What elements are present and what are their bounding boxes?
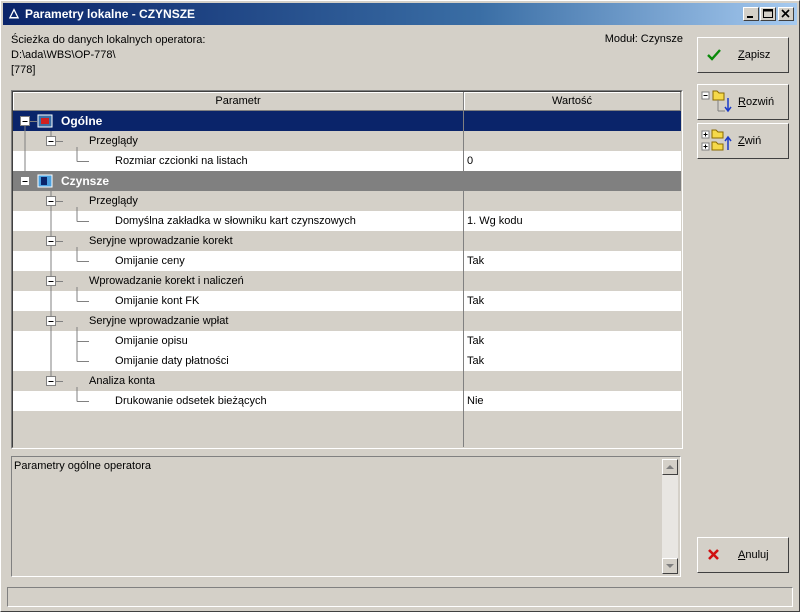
status-bar xyxy=(7,587,793,607)
tree-category-row[interactable]: Ogólne xyxy=(13,111,681,131)
column-header-wartosc[interactable]: Wartość xyxy=(464,92,681,111)
parameter-label: Omijanie daty płatności xyxy=(115,355,229,367)
parameter-value[interactable]: Tak xyxy=(467,331,679,351)
collapse-tree-icon xyxy=(701,129,732,151)
parameter-value[interactable]: Tak xyxy=(467,291,679,311)
module-label: Moduł: Czynsze xyxy=(604,33,683,45)
parameter-value xyxy=(467,271,679,291)
checkmark-icon xyxy=(707,49,721,61)
description-scrollbar[interactable] xyxy=(662,459,678,574)
tree-group-row[interactable]: Analiza konta xyxy=(13,371,681,391)
scroll-down-button[interactable] xyxy=(662,558,678,574)
operator-id: [778] xyxy=(11,64,36,76)
close-button[interactable] xyxy=(778,7,794,21)
parameter-value[interactable]: 1. Wg kodu xyxy=(467,211,679,231)
parameter-row[interactable]: Omijanie opisu Tak xyxy=(13,331,681,351)
collapse-toggle-icon[interactable] xyxy=(20,116,30,126)
collapse-toggle-icon[interactable] xyxy=(46,316,56,326)
scroll-up-button[interactable] xyxy=(662,459,678,475)
parameter-label: Omijanie opisu xyxy=(115,335,188,347)
tree-group-row[interactable]: Seryjne wprowadzanie korekt xyxy=(13,231,681,251)
expand-button-label: Rozwiń xyxy=(738,96,775,108)
cancel-button-label: Anuluj xyxy=(738,549,769,561)
arrow-up-icon xyxy=(666,465,674,469)
parameter-value xyxy=(467,111,679,131)
cancel-button[interactable]: Anuluj xyxy=(697,537,789,573)
window-title: Parametry lokalne - CZYNSZE xyxy=(25,7,196,21)
parameter-value xyxy=(467,311,679,331)
group-label: Wprowadzanie korekt i naliczeń xyxy=(89,275,244,287)
save-button-label: Zapisz xyxy=(738,49,771,61)
path-label: Ścieżka do danych lokalnych operatora: xyxy=(11,34,206,46)
parameter-label: Domyślna zakładka w słowniku kart czynsz… xyxy=(115,215,356,227)
tree-group-row[interactable]: Przeglądy xyxy=(13,131,681,151)
parameter-value[interactable]: 0 xyxy=(467,151,679,171)
title-bar[interactable]: Parametry lokalne - CZYNSZE xyxy=(3,3,797,25)
group-label: Przeglądy xyxy=(89,195,138,207)
expand-tree-icon xyxy=(701,90,732,113)
collapse-toggle-icon[interactable] xyxy=(46,236,56,246)
tree-group-row[interactable]: Seryjne wprowadzanie wpłat xyxy=(13,311,681,331)
parameter-row[interactable]: Rozmiar czcionki na listach 0 xyxy=(13,151,681,171)
parameter-value xyxy=(467,191,679,211)
parameter-value[interactable]: Tak xyxy=(467,351,679,371)
maximize-icon xyxy=(763,9,773,18)
parameter-row[interactable]: Omijanie ceny Tak xyxy=(13,251,681,271)
minimize-icon xyxy=(747,16,753,18)
arrow-down-icon xyxy=(666,564,674,568)
tree-lines xyxy=(20,116,89,402)
tree-group-row[interactable]: Wprowadzanie korekt i naliczeń xyxy=(13,271,681,291)
parameter-label: Rozmiar czcionki na listach xyxy=(115,155,248,167)
column-separator xyxy=(463,111,464,447)
parameter-row[interactable]: Omijanie kont FK Tak xyxy=(13,291,681,311)
group-label: Analiza konta xyxy=(89,375,156,387)
parameter-row[interactable]: Domyślna zakładka w słowniku kart czynsz… xyxy=(13,211,681,231)
collapse-toggle-icon[interactable] xyxy=(20,176,30,186)
tree-group-row[interactable]: Przeglądy xyxy=(13,191,681,211)
tree-category-row[interactable]: Czynsze xyxy=(13,171,681,191)
cancel-icon xyxy=(708,549,719,560)
parameter-label: Drukowanie odsetek bieżących xyxy=(115,395,267,407)
save-button[interactable]: Zapisz xyxy=(697,37,789,73)
collapse-toggle-icon[interactable] xyxy=(46,196,56,206)
group-label: Seryjne wprowadzanie korekt xyxy=(89,235,233,247)
parameter-label: Omijanie ceny xyxy=(115,255,185,267)
parameter-value xyxy=(467,131,679,151)
category-label: Czynsze xyxy=(37,171,463,191)
minimize-button[interactable] xyxy=(743,7,759,21)
collapse-toggle-icon[interactable] xyxy=(46,376,56,386)
description-text: Parametry ogólne operatora xyxy=(14,460,151,472)
parameter-grid[interactable]: Parametr Wartość Ogólne Przeglądy Rozmiar … xyxy=(11,90,683,449)
collapse-button-label: Zwiń xyxy=(738,135,762,147)
parameter-value xyxy=(467,231,679,251)
collapse-toggle-icon[interactable] xyxy=(46,136,56,146)
group-label: Seryjne wprowadzanie wpłat xyxy=(89,315,229,327)
parameter-label: Omijanie kont FK xyxy=(115,295,200,307)
close-icon xyxy=(781,9,790,18)
maximize-button[interactable] xyxy=(760,7,776,21)
parameter-value[interactable]: Tak xyxy=(467,251,679,271)
app-icon xyxy=(7,6,21,20)
group-label: Przeglądy xyxy=(89,135,138,147)
parameter-value xyxy=(467,171,679,191)
parameter-row[interactable]: Omijanie daty płatności Tak xyxy=(13,351,681,371)
expand-button[interactable]: Rozwiń xyxy=(697,84,789,120)
collapse-button[interactable]: Zwiń xyxy=(697,123,789,159)
collapse-toggle-icon[interactable] xyxy=(46,276,56,286)
parameter-value xyxy=(467,371,679,391)
main-window: Parametry lokalne - CZYNSZE Ścieżka do d… xyxy=(0,0,800,612)
parameter-value[interactable]: Nie xyxy=(467,391,679,411)
category-label: Ogólne xyxy=(37,111,463,131)
path-value: D:\ada\WBS\OP-778\ xyxy=(11,49,116,61)
description-panel: Parametry ogólne operatora xyxy=(11,456,681,577)
parameter-row[interactable]: Drukowanie odsetek bieżących Nie xyxy=(13,391,681,411)
